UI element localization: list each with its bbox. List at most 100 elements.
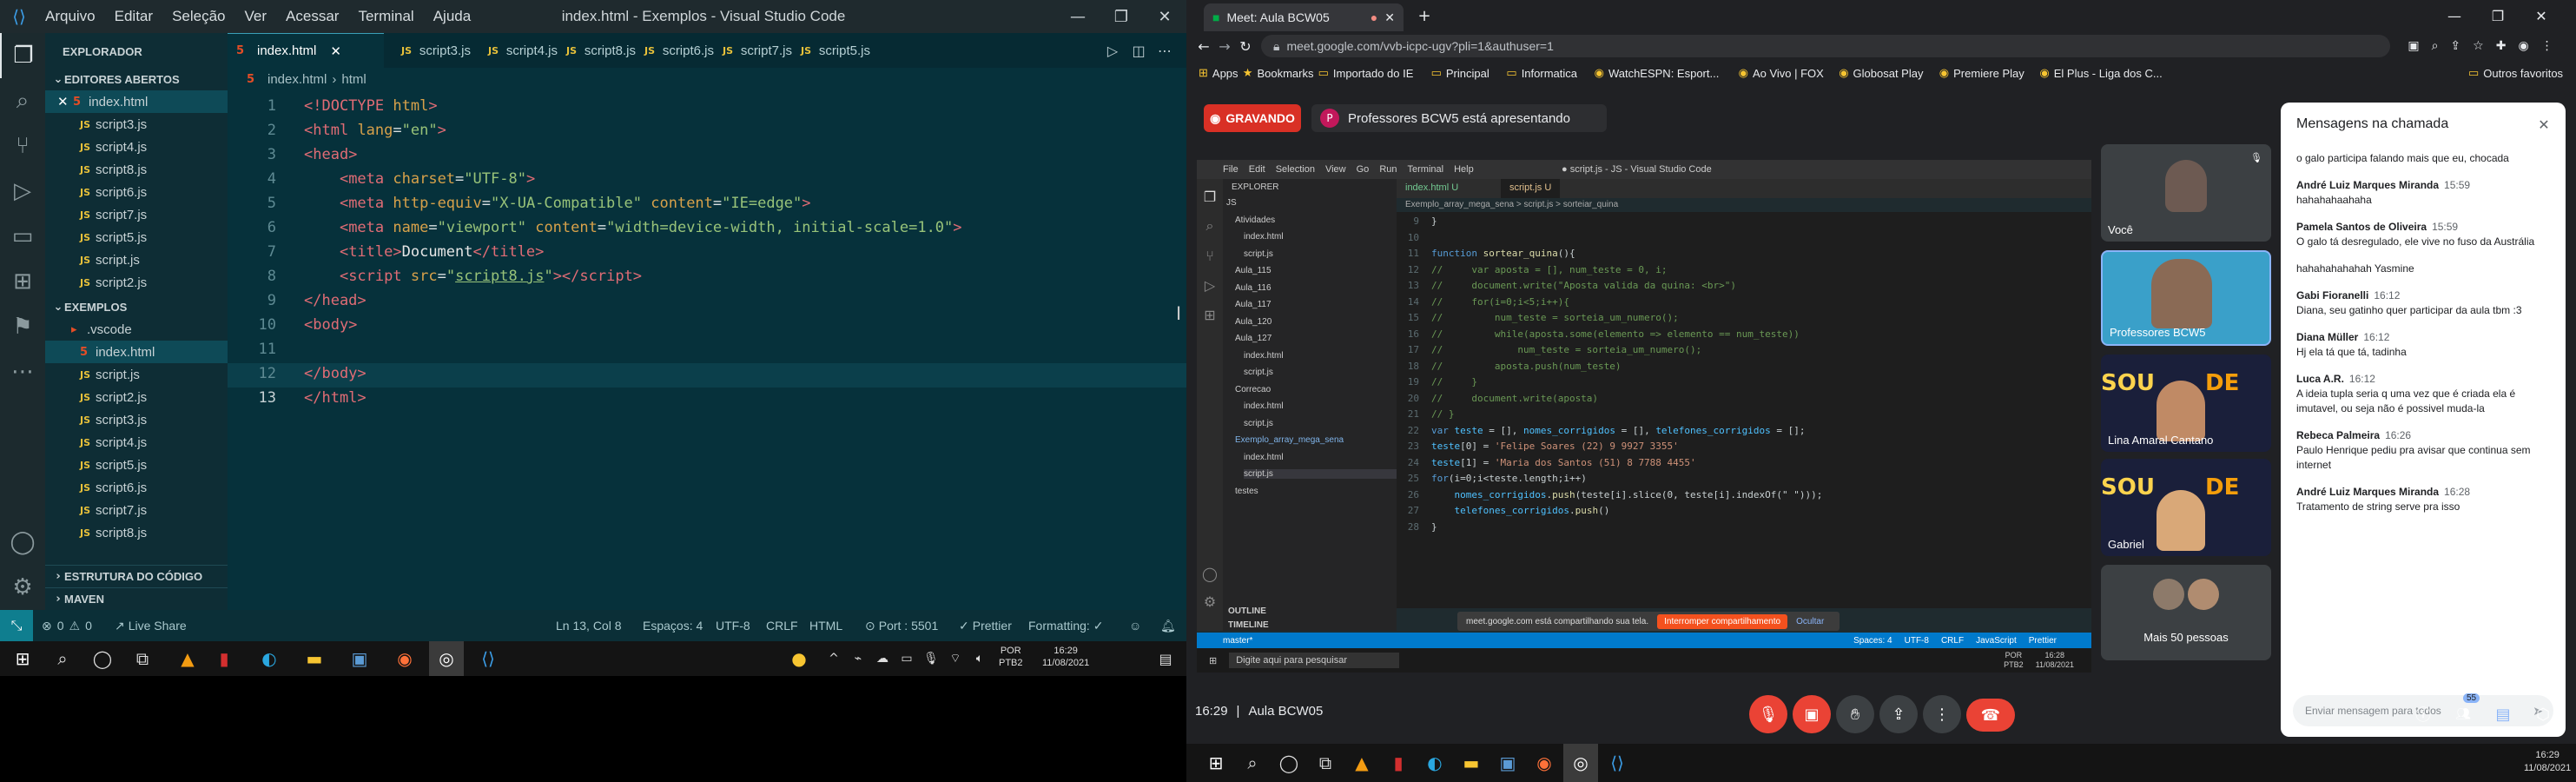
participant-tile-lina[interactable]: SOU DE Lina Amaral Cantano	[2101, 355, 2271, 452]
editor-tab[interactable]: JS script5.js	[792, 33, 870, 68]
participant-tile-gabriel[interactable]: SOU DE Gabriel	[2101, 459, 2271, 556]
chat-icon[interactable]: ▤	[2486, 695, 2520, 733]
indentation[interactable]: Espaços: 4	[643, 610, 703, 641]
open-editor-item[interactable]: JS script.js	[45, 249, 228, 271]
camera-off-icon[interactable]: ▣	[1793, 695, 1831, 733]
back-icon[interactable]: ←	[1193, 35, 1214, 57]
leave-call-icon[interactable]: ☎	[1966, 699, 2015, 732]
mic-off-icon[interactable]: 🎙︎	[1749, 695, 1787, 733]
bookmark-item[interactable]: ⊞ Apps	[1199, 61, 1238, 85]
chrome-close-icon[interactable]: ✕	[2524, 3, 2559, 28]
edge-icon[interactable]: ◐	[252, 641, 287, 676]
keyboard-language[interactable]: POR PTB2	[999, 645, 1023, 669]
folder-item[interactable]: JS script.js	[45, 363, 228, 386]
menu-editar[interactable]: Editar	[115, 8, 153, 25]
menu-arquivo[interactable]: Arquivo	[45, 8, 96, 25]
restore-icon[interactable]: ❐	[1100, 0, 1143, 33]
task-view-icon[interactable]: ⧉	[125, 641, 160, 676]
more-options-icon[interactable]: ⋮	[1923, 695, 1961, 733]
zoom-icon[interactable]: ⌕	[2432, 39, 2439, 53]
bookmark-item[interactable]: ◉ WatchESPN: Esport...	[1595, 61, 1720, 85]
folder-item[interactable]: JS script3.js	[45, 408, 228, 431]
folder-item[interactable]: JS script7.js	[45, 499, 228, 521]
run-icon[interactable]: ▷	[1100, 33, 1126, 68]
folder-header[interactable]: ⌄ EXEMPLOS	[45, 295, 228, 318]
folder-item[interactable]: JS script6.js	[45, 476, 228, 499]
editor-tab[interactable]: JS script3.js	[393, 33, 471, 68]
breadcrumb-file[interactable]: index.html	[268, 72, 327, 87]
chrome-minimize-icon[interactable]: —	[2437, 3, 2472, 28]
chrome-menu-icon[interactable]: ⋮	[2541, 39, 2553, 53]
formatting-status[interactable]: Formatting: ✓	[1028, 610, 1103, 641]
editor-tab[interactable]: JS script8.js	[558, 33, 636, 68]
more-participants-tile[interactable]: Mais 50 pessoas	[2101, 565, 2271, 660]
folder-item[interactable]: JS script8.js	[45, 521, 228, 544]
more-actions-icon[interactable]: ⋯	[1152, 33, 1178, 68]
notification-center-icon[interactable]: ▤	[1148, 641, 1183, 676]
remote-indicator-icon[interactable]: ⤡	[0, 610, 33, 641]
tab-close-icon[interactable]: ✕	[330, 43, 341, 59]
vscode-taskbar-icon[interactable]: ⟨⟩	[1600, 744, 1635, 782]
editor-tab[interactable]: JS script7.js	[714, 33, 792, 68]
menu-terminal[interactable]: Terminal	[358, 8, 413, 25]
feedback-icon[interactable]: ☺	[1129, 610, 1141, 641]
source-control-icon[interactable]: ⑂	[0, 123, 45, 169]
firefox-icon[interactable]: ◉	[387, 641, 422, 676]
live-server-port[interactable]: ⊙ Port : 5501	[865, 610, 938, 641]
editor-tab[interactable]: JS script4.js	[479, 33, 558, 68]
file-explorer-icon[interactable]: ▬	[297, 641, 332, 676]
chat-close-icon[interactable]: ✕	[2533, 113, 2555, 136]
task-view-icon[interactable]: ⧉	[1308, 744, 1343, 782]
taskbar-search-icon[interactable]: ⌕	[45, 641, 80, 676]
close-icon[interactable]: ✕	[1143, 0, 1186, 33]
profile-icon[interactable]: ◉	[2518, 39, 2528, 53]
reload-icon[interactable]: ↻	[1235, 35, 1256, 57]
vlc-icon[interactable]: ▲	[1344, 744, 1379, 782]
menu-selecao[interactable]: Seleção	[172, 8, 225, 25]
menu-ver[interactable]: Ver	[245, 8, 268, 25]
open-editor-item[interactable]: JS script5.js	[45, 226, 228, 249]
language-mode[interactable]: HTML	[809, 610, 842, 641]
app-icon[interactable]: ▮	[1381, 744, 1416, 782]
store-icon[interactable]: ▣	[1490, 744, 1525, 782]
search-icon[interactable]: ⌕	[0, 78, 45, 123]
open-editor-item[interactable]: JS script2.js	[45, 271, 228, 294]
camera-icon[interactable]: ▣	[2408, 39, 2419, 53]
clock[interactable]: 16:29 11/08/2021	[2524, 749, 2571, 775]
remote-explorer-icon[interactable]: ▭	[0, 214, 45, 259]
open-editor-item[interactable]: JS script7.js	[45, 203, 228, 226]
folder-item[interactable]: JS script4.js	[45, 431, 228, 454]
split-editor-icon[interactable]: ◫	[1126, 33, 1152, 68]
bookmark-icon[interactable]: ⚑	[0, 304, 45, 349]
folder-item[interactable]: ▸ .vscode	[45, 318, 228, 341]
minimize-icon[interactable]: —	[1056, 0, 1100, 33]
share-icon[interactable]: ⇪	[2450, 39, 2460, 53]
chrome-icon[interactable]: ◎	[429, 641, 464, 676]
bookmark-item[interactable]: ◉ Globosat Play	[1839, 61, 1923, 85]
liveshare-button[interactable]: ↗ Live Share	[115, 610, 187, 641]
bookmark-item[interactable]: ▭ Informatica	[1506, 61, 1577, 85]
forward-icon[interactable]: →	[1214, 35, 1235, 57]
participant-tile-professores[interactable]: Professores BCW5	[2101, 250, 2271, 346]
volume-icon[interactable]: 🔈︎	[962, 641, 997, 676]
open-editors-header[interactable]: ⌄ EDITORES ABERTOS	[45, 68, 228, 90]
code-editor[interactable]: 1 <!DOCTYPE html> 2 <html lang="en"> 3 <head>…	[228, 90, 1186, 577]
bookmark-item[interactable]: ★ Bookmarks	[1243, 61, 1314, 85]
bookmark-item[interactable]: ▭ Principal	[1431, 61, 1489, 85]
open-editor-item[interactable]: JS script6.js	[45, 181, 228, 203]
new-tab-icon[interactable]: +	[1412, 3, 1437, 28]
bookmark-item[interactable]: ◉ El Plus - Liga dos C...	[2039, 61, 2162, 85]
present-icon[interactable]: ⇪	[1879, 695, 1918, 733]
weather-icon[interactable]: ●	[782, 641, 816, 676]
maven-header[interactable]: › MAVEN	[45, 587, 228, 610]
taskbar-search-icon[interactable]: ⌕	[1235, 744, 1270, 782]
folder-item[interactable]: 5 index.html	[45, 341, 228, 363]
open-editor-item[interactable]: JS script3.js	[45, 113, 228, 136]
open-editor-item[interactable]: ✕ 5 index.html	[45, 90, 228, 113]
encoding[interactable]: UTF-8	[716, 610, 750, 641]
edge-icon[interactable]: ◐	[1417, 744, 1452, 782]
editor-tab[interactable]: 5 index.html ✕	[228, 33, 384, 68]
problems-indicator[interactable]: ⊗ 0 ⚠ 0	[42, 610, 92, 641]
bookmark-item[interactable]: ▭ Importado do IE	[1318, 61, 1414, 85]
vlc-icon[interactable]: ▲	[170, 641, 205, 676]
